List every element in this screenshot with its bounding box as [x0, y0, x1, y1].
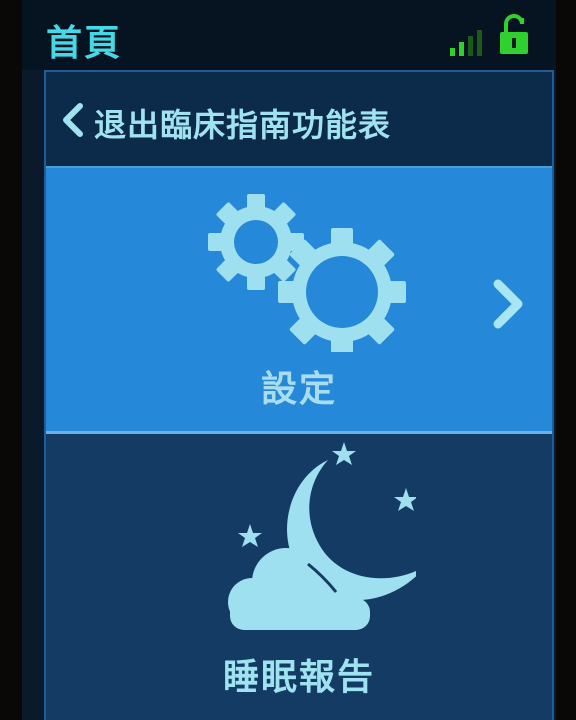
- menu-panel: 退出臨床指南功能表 設定 睡眠報告: [44, 70, 554, 720]
- gears-icon: [208, 194, 406, 352]
- settings-label: 設定: [260, 369, 337, 410]
- device-screen: 首頁 退出臨床指南功能表 設定 睡眠報告: [22, 0, 556, 720]
- sleep-report-label: 睡眠報告: [222, 657, 375, 698]
- status-bar: 首頁: [22, 0, 556, 70]
- chevron-left-icon: [63, 103, 83, 137]
- back-label: 退出臨床指南功能表: [94, 106, 392, 144]
- unlocked-padlock-icon: [500, 14, 528, 54]
- sleep-report-tile[interactable]: 睡眠報告: [46, 434, 552, 720]
- page-title: 首頁: [46, 23, 123, 64]
- moon-cloud-stars-icon: [228, 442, 416, 630]
- settings-tile[interactable]: 設定: [46, 168, 552, 434]
- chevron-right-icon: [493, 279, 523, 329]
- signal-bars-icon: [450, 26, 490, 56]
- back-header[interactable]: 退出臨床指南功能表: [46, 72, 552, 168]
